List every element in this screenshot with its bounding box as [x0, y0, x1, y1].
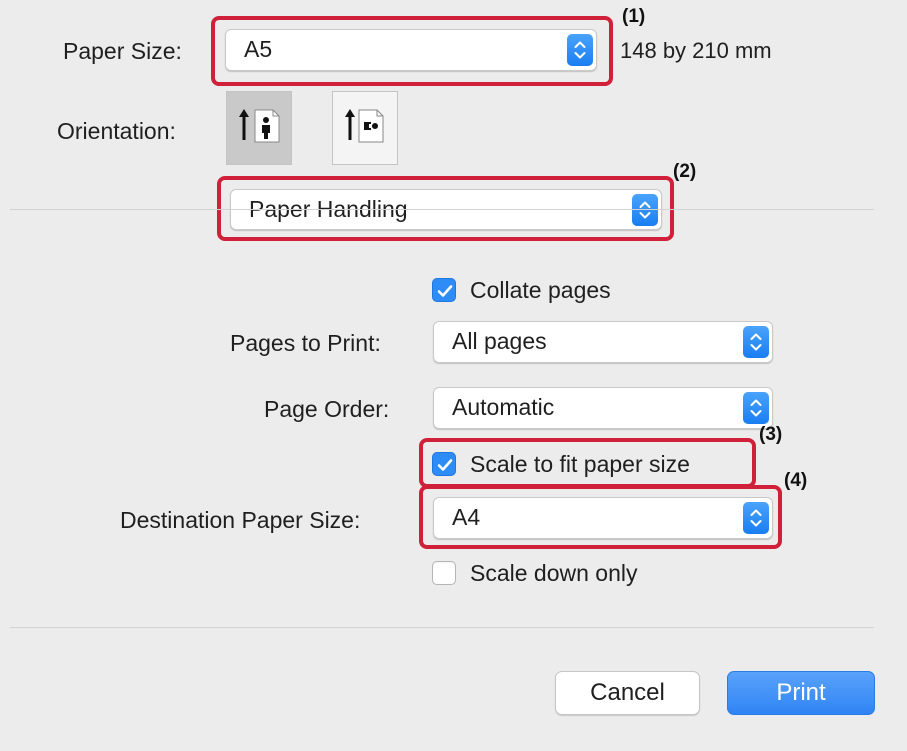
pages-to-print-value: All pages: [452, 327, 547, 354]
callout-number-3: (3): [759, 424, 783, 445]
page-order-label: Page Order:: [264, 396, 390, 422]
destination-paper-size-label: Destination Paper Size:: [120, 507, 361, 533]
collate-pages-checkbox[interactable]: [432, 278, 456, 302]
checkmark-icon: [437, 285, 453, 297]
orientation-label: Orientation:: [57, 118, 176, 144]
callout-box-4: [419, 485, 782, 549]
portrait-orientation-icon: [227, 92, 293, 171]
chevron-updown-icon: [743, 392, 769, 424]
paper-dimensions: 148 by 210 mm: [620, 38, 772, 63]
paper-size-label: Paper Size:: [63, 38, 182, 64]
page-order-select[interactable]: Automatic: [433, 387, 773, 429]
cancel-button[interactable]: Cancel: [555, 671, 700, 715]
portrait-orientation-button[interactable]: [226, 91, 292, 165]
scale-down-only-checkbox[interactable]: [432, 561, 456, 585]
footer-divider: [10, 627, 874, 628]
page-order-value: Automatic: [452, 393, 555, 420]
callout-number-1: (1): [622, 6, 646, 27]
callout-number-4: (4): [784, 470, 808, 491]
collate-pages-label[interactable]: Collate pages: [470, 277, 611, 304]
print-button[interactable]: Print: [727, 671, 875, 715]
pages-to-print-label: Pages to Print:: [230, 330, 381, 356]
landscape-orientation-button[interactable]: [332, 91, 398, 165]
callout-number-2: (2): [673, 161, 697, 182]
callout-box-3: [419, 438, 756, 488]
chevron-updown-icon: [743, 326, 769, 358]
section-divider: [10, 209, 874, 210]
scale-down-only-label[interactable]: Scale down only: [470, 560, 638, 587]
pages-to-print-select[interactable]: All pages: [433, 321, 773, 363]
landscape-orientation-icon: [333, 92, 399, 171]
callout-box-1: [211, 16, 613, 86]
